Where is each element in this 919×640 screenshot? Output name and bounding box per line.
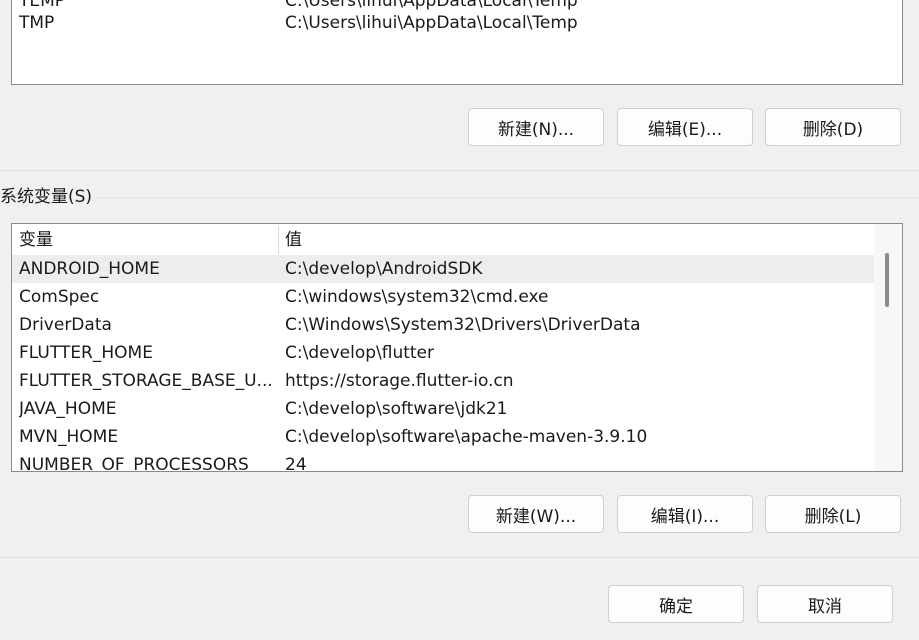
table-row[interactable]: DriverData C:\Windows\System32\Drivers\D…	[12, 311, 874, 339]
system-new-button[interactable]: 新建(W)...	[468, 495, 604, 533]
table-row[interactable]: ComSpec C:\windows\system32\cmd.exe	[12, 283, 874, 311]
system-variables-label: 系统变量(S)	[0, 185, 99, 209]
variable-name: ComSpec	[19, 287, 100, 307]
user-new-button[interactable]: 新建(N)...	[468, 108, 604, 146]
variable-value: https://storage.flutter-io.cn	[285, 371, 514, 391]
vertical-scrollbar[interactable]	[874, 224, 902, 471]
user-variables-list[interactable]: TEMP C:\Users\lihui\AppData\Local\Temp T…	[11, 0, 903, 85]
separator	[0, 557, 919, 558]
table-row-selected[interactable]: ANDROID_HOME C:\develop\AndroidSDK	[12, 255, 874, 283]
variable-value: C:\Users\lihui\AppData\Local\Temp	[285, 13, 578, 33]
table-row[interactable]: JAVA_HOME C:\develop\software\jdk21	[12, 395, 874, 423]
scrollbar-thumb[interactable]	[885, 253, 889, 307]
system-edit-button[interactable]: 编辑(I)...	[617, 495, 753, 533]
user-edit-button[interactable]: 编辑(E)...	[617, 108, 753, 146]
ok-button[interactable]: 确定	[608, 585, 744, 623]
separator	[0, 170, 919, 171]
variable-value: C:\windows\system32\cmd.exe	[285, 287, 549, 307]
variable-value: C:\develop\software\jdk21	[285, 399, 508, 419]
variable-name: MVN_HOME	[19, 427, 119, 447]
list-header: 变量 值	[12, 226, 874, 254]
system-delete-button[interactable]: 删除(L)	[765, 495, 901, 533]
variable-name: TMP	[19, 13, 55, 33]
variable-name: FLUTTER_STORAGE_BASE_U...	[19, 371, 273, 391]
variable-value: C:\Windows\System32\Drivers\DriverData	[285, 315, 641, 335]
column-header-value[interactable]: 值	[285, 226, 845, 254]
table-row[interactable]: FLUTTER_HOME C:\develop\flutter	[12, 339, 874, 367]
table-row[interactable]: FLUTTER_STORAGE_BASE_U... https://storag…	[12, 367, 874, 395]
table-row[interactable]: TMP C:\Users\lihui\AppData\Local\Temp	[12, 9, 902, 37]
cancel-button[interactable]: 取消	[757, 585, 893, 623]
variable-name: ANDROID_HOME	[19, 259, 160, 279]
variable-value: C:\develop\software\apache-maven-3.9.10	[285, 427, 648, 447]
group-line	[0, 197, 919, 198]
variable-name: JAVA_HOME	[19, 399, 117, 419]
variable-name: FLUTTER_HOME	[19, 343, 153, 363]
column-divider[interactable]	[278, 226, 279, 254]
system-variables-list[interactable]: 变量 值 ANDROID_HOME C:\develop\AndroidSDK …	[11, 223, 903, 472]
table-row[interactable]: MVN_HOME C:\develop\software\apache-mave…	[12, 423, 874, 451]
column-header-variable[interactable]: 变量	[19, 226, 274, 254]
variable-value: C:\develop\AndroidSDK	[285, 259, 483, 279]
variable-value: C:\develop\flutter	[285, 343, 434, 363]
user-delete-button[interactable]: 删除(D)	[765, 108, 901, 146]
variable-name: NUMBER_OF_PROCESSORS	[19, 455, 249, 472]
variable-value: 24	[285, 455, 307, 472]
variable-name: DriverData	[19, 315, 112, 335]
table-row[interactable]: NUMBER_OF_PROCESSORS 24	[12, 451, 874, 472]
